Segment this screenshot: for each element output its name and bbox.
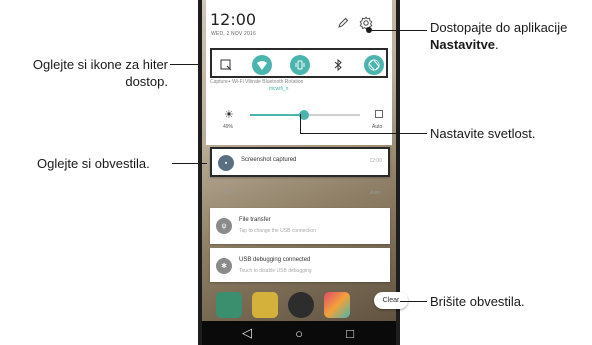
brightness-slider-fill: [250, 114, 304, 116]
messages-app-icon[interactable]: [252, 292, 278, 318]
status-date: WED, 2 NOV 2016: [211, 31, 256, 37]
auto-brightness-label: Auto: [372, 124, 383, 130]
callout-line: [300, 133, 427, 134]
edit-icon[interactable]: [337, 17, 349, 29]
screen-capture-icon: [220, 59, 232, 71]
callout-line: [172, 163, 207, 164]
callout-line: [170, 64, 202, 65]
brightness-slider[interactable]: [250, 110, 360, 120]
camera-app-icon[interactable]: [288, 292, 314, 318]
callout-quick-line2: dostop.: [125, 74, 168, 89]
callout-settings-app-name: Nastavitve: [430, 37, 496, 52]
gallery-app-icon[interactable]: [324, 292, 350, 318]
notification-card[interactable]: ✱ USB debugging connected Touch to disab…: [210, 248, 390, 282]
callout-clear: Brišite obvestila.: [430, 294, 525, 309]
status-time: 12:00: [210, 10, 257, 29]
rotation-toggle[interactable]: [364, 55, 384, 75]
back-icon[interactable]: ◁: [239, 325, 255, 341]
notification-subtitle: Tap to change the USB connection: [239, 228, 316, 234]
auto-brightness-checkbox[interactable]: [375, 110, 383, 118]
quick-settings-labels: Capture+ Wi-Fi Vibrate Bluetooth Rotatio…: [210, 79, 304, 85]
recents-icon[interactable]: □: [342, 325, 358, 341]
wifi-icon: [257, 61, 267, 70]
notification-title: File transfer: [239, 217, 271, 223]
home-icon[interactable]: ○: [291, 325, 307, 341]
vibrate-icon: [295, 60, 305, 70]
app-dock: [206, 290, 392, 320]
brightness-icon: ☀: [224, 109, 234, 121]
wifi-toggle[interactable]: [252, 55, 272, 75]
callout-quick-icons: Oglejte si ikone za hiter dostop.: [8, 56, 168, 90]
callout-line: [369, 30, 427, 31]
usb-icon: ψ: [216, 218, 232, 234]
callout-notifications: Oglejte si obvestila.: [37, 156, 150, 171]
screenshot-icon: ▪: [218, 155, 234, 171]
notification-title: USB debugging connected: [239, 257, 311, 263]
navigation-bar: ◁ ○ □: [202, 321, 396, 345]
vibrate-toggle[interactable]: [290, 55, 310, 75]
brightness-percent: 49%: [223, 124, 234, 130]
notification-time: 12:00: [369, 158, 382, 164]
bluetooth-toggle[interactable]: [328, 55, 348, 75]
phone-app-icon[interactable]: [216, 292, 242, 318]
ghost-auto-label: Auto: [370, 190, 381, 196]
callout-line: [300, 114, 301, 134]
callout-settings: Dostopajte do aplikacije Nastavitve.: [430, 19, 590, 53]
notification-shade: 12:00 WED, 2 NOV 2016 Capture+ Wi-Fi Vib…: [206, 0, 392, 145]
callout-dot: [366, 27, 372, 33]
callout-settings-period: .: [495, 37, 499, 52]
notification-subtitle: Touch to disable USB debugging: [239, 268, 312, 274]
callout-quick-line1: Oglejte si ikone za hiter: [32, 57, 168, 72]
ghost-brightness-percent: 49%: [223, 190, 234, 196]
rotation-icon: [368, 59, 380, 71]
notification-title: Screenshot captured: [241, 157, 297, 163]
notification-card[interactable]: ▪ Screenshot captured 12:00: [210, 147, 390, 177]
callout-brightness: Nastavite svetlost.: [430, 126, 536, 141]
capture-plus-toggle[interactable]: [216, 55, 236, 75]
callout-settings-line1: Dostopajte do aplikacije: [430, 20, 568, 35]
phone-screen: 12:00 WED, 2 NOV 2016 Capture+ Wi-Fi Vib…: [198, 0, 400, 345]
callout-line: [400, 301, 427, 302]
notification-card[interactable]: ψ File transfer Tap to change the USB co…: [210, 208, 390, 244]
quick-settings-row: [210, 48, 388, 78]
wifi-ssid: mcwifi_n: [269, 86, 289, 92]
android-debug-icon: ✱: [216, 258, 232, 274]
bluetooth-icon: [334, 59, 342, 71]
